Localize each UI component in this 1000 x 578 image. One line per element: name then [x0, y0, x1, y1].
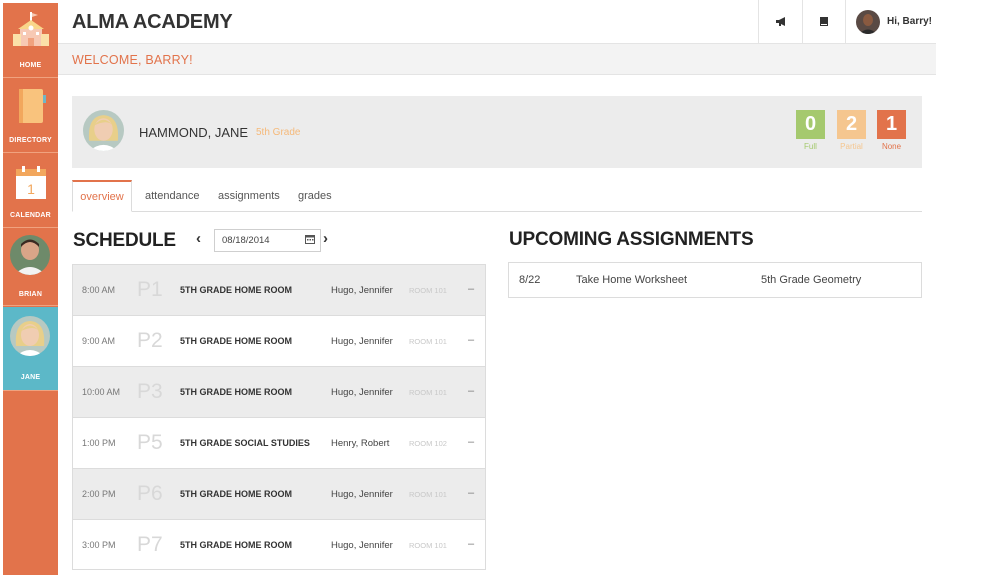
sidebar-item-label: DIRECTORY	[9, 137, 52, 144]
student-grade: 5th Grade	[256, 127, 301, 138]
room: ROOM 101	[409, 286, 447, 295]
collapse-icon[interactable]: –	[468, 385, 474, 397]
class-name: 5TH GRADE HOME ROOM	[180, 387, 293, 397]
table-row[interactable]: 9:00 AM P2 5TH GRADE HOME ROOM Hugo, Jen…	[73, 316, 485, 367]
upcoming-table: 8/22 Take Home Worksheet 5th Grade Geome…	[508, 262, 922, 298]
book-icon	[820, 17, 828, 26]
teacher: Hugo, Jennifer	[331, 387, 393, 398]
room: ROOM 101	[409, 388, 447, 397]
time: 10:00 AM	[82, 387, 121, 397]
teacher: Hugo, Jennifer	[331, 285, 393, 296]
schedule-title: SCHEDULE	[73, 230, 176, 251]
directory-button[interactable]	[802, 0, 845, 43]
top-header: ALMA ACADEMY Hi, Barry!	[58, 0, 936, 44]
assignment-course: 5th Grade Geometry	[761, 274, 862, 286]
tab-bar: overview attendance assignments grades	[72, 180, 922, 212]
teacher: Hugo, Jennifer	[331, 540, 393, 551]
welcome-text: WELCOME, BARRY!	[72, 53, 193, 67]
time: 8:00 AM	[82, 285, 116, 295]
score-value: 1	[877, 110, 906, 139]
table-row[interactable]: 8:00 AM P1 5TH GRADE HOME ROOM Hugo, Jen…	[73, 265, 485, 316]
class-name: 5TH GRADE HOME ROOM	[180, 540, 293, 550]
app-title: ALMA ACADEMY	[72, 11, 233, 33]
time: 9:00 AM	[82, 336, 116, 346]
class-name: 5TH GRADE HOME ROOM	[180, 336, 293, 346]
assignment-name: Take Home Worksheet	[576, 274, 688, 286]
table-row[interactable]: 1:00 PM P5 5TH GRADE SOCIAL STUDIES Henr…	[73, 418, 485, 469]
tab-assignments[interactable]: assignments	[218, 190, 280, 202]
score-none: 1 None	[877, 110, 906, 151]
user-greeting: Hi, Barry!	[887, 16, 933, 27]
teacher: Henry, Robert	[331, 438, 390, 449]
avatar	[83, 110, 124, 151]
sidebar-item-home[interactable]: HOME	[3, 3, 58, 78]
room: ROOM 101	[409, 490, 447, 499]
room: ROOM 101	[409, 541, 447, 550]
sidebar-item-directory[interactable]: DIRECTORY	[3, 78, 58, 153]
score-partial: 2 Partial	[837, 110, 866, 151]
sidebar-item-label: HOME	[19, 62, 42, 69]
announcements-button[interactable]	[758, 0, 802, 43]
time: 1:00 PM	[82, 438, 116, 448]
table-row[interactable]: 2:00 PM P6 5TH GRADE HOME ROOM Hugo, Jen…	[73, 469, 485, 520]
sidebar-item-label: BRIAN	[18, 291, 43, 298]
welcome-bar: WELCOME, BARRY!	[58, 44, 936, 75]
chevron-left-icon[interactable]: ‹	[196, 230, 201, 247]
tab-grades[interactable]: grades	[298, 190, 332, 202]
teacher: Hugo, Jennifer	[331, 489, 393, 500]
tab-overview[interactable]: overview	[72, 180, 132, 212]
collapse-icon[interactable]: –	[468, 283, 474, 295]
avatar	[10, 235, 50, 275]
period: P6	[137, 482, 163, 505]
period: P2	[137, 329, 163, 352]
schedule-table: 8:00 AM P1 5TH GRADE HOME ROOM Hugo, Jen…	[72, 264, 486, 570]
calendar-icon: 1	[16, 166, 46, 199]
sidebar-item-brian[interactable]: BRIAN	[3, 228, 58, 306]
student-card: HAMMOND, JANE 5th Grade 0 Full 2 Partial…	[72, 96, 922, 168]
table-row[interactable]: 10:00 AM P3 5TH GRADE HOME ROOM Hugo, Je…	[73, 367, 485, 418]
score-value: 0	[796, 110, 825, 139]
score-label: Full	[804, 142, 817, 151]
calendar-icon[interactable]	[305, 234, 315, 244]
sidebar-item-label: CALENDAR	[10, 212, 51, 219]
score-label: Partial	[840, 142, 863, 151]
score-full: 0 Full	[796, 110, 825, 151]
calendar-day: 1	[27, 181, 35, 197]
score-value: 2	[837, 110, 866, 139]
class-name: 5TH GRADE SOCIAL STUDIES	[180, 438, 310, 448]
avatar	[856, 9, 880, 34]
class-name: 5TH GRADE HOME ROOM	[180, 285, 293, 295]
user-menu[interactable]: Hi, Barry!	[845, 0, 936, 43]
sidebar: HOME DIRECTORY 1 CALENDAR BRIAN JANE	[3, 3, 58, 575]
score-label: None	[881, 142, 902, 151]
class-name: 5TH GRADE HOME ROOM	[180, 489, 293, 499]
book-icon	[19, 89, 46, 123]
sidebar-item-label: JANE	[20, 374, 41, 381]
student-name: HAMMOND, JANE	[139, 125, 249, 140]
upcoming-title: UPCOMING ASSIGNMENTS	[509, 229, 754, 250]
table-row[interactable]: 3:00 PM P7 5TH GRADE HOME ROOM Hugo, Jen…	[73, 520, 485, 571]
period: P5	[137, 431, 163, 454]
chevron-right-icon[interactable]: ›	[323, 230, 328, 247]
period: P1	[137, 278, 163, 301]
megaphone-icon	[775, 17, 785, 26]
sidebar-item-jane[interactable]: JANE	[3, 307, 58, 391]
time: 2:00 PM	[82, 489, 116, 499]
period: P3	[137, 380, 163, 403]
room: ROOM 102	[409, 439, 447, 448]
assignment-date: 8/22	[519, 274, 541, 286]
collapse-icon[interactable]: –	[468, 538, 474, 550]
period: P7	[137, 533, 163, 556]
collapse-icon[interactable]: –	[468, 334, 474, 346]
collapse-icon[interactable]: –	[468, 487, 474, 499]
school-icon	[13, 12, 49, 46]
avatar	[10, 316, 50, 356]
room: ROOM 101	[409, 337, 447, 346]
tab-attendance[interactable]: attendance	[145, 190, 199, 202]
teacher: Hugo, Jennifer	[331, 336, 393, 347]
table-row[interactable]: 8/22 Take Home Worksheet 5th Grade Geome…	[509, 263, 921, 297]
sidebar-item-calendar[interactable]: 1 CALENDAR	[3, 153, 58, 228]
collapse-icon[interactable]: –	[468, 436, 474, 448]
time: 3:00 PM	[82, 540, 116, 550]
